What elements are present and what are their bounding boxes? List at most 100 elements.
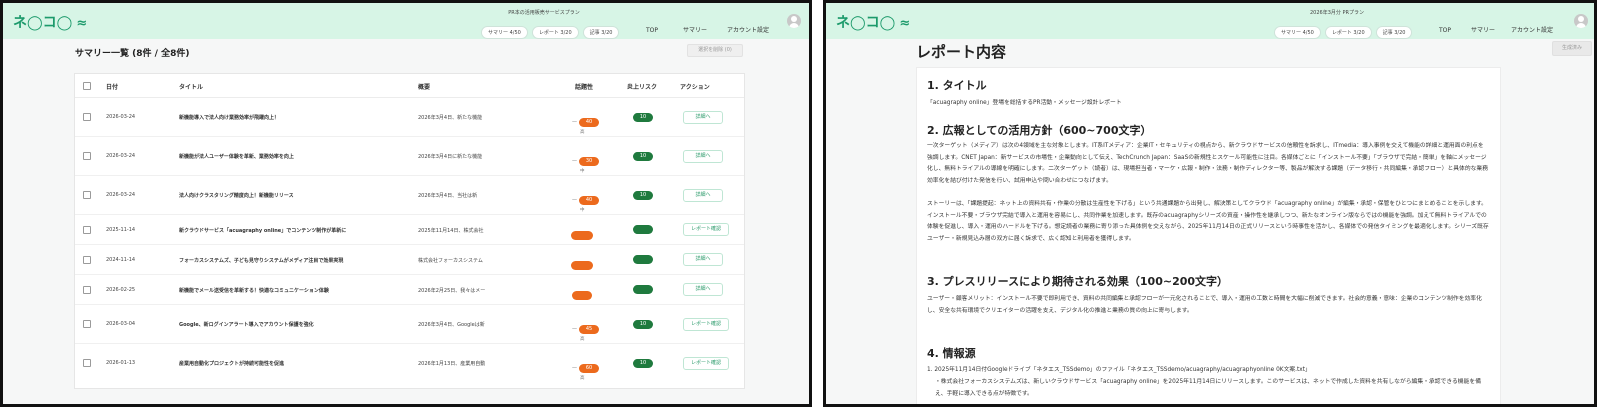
- summary-table: 日付 タイトル 概要 話題性 炎上リスク アクション 2026-03-24 新機…: [74, 73, 745, 389]
- row-action-button[interactable]: 詳細へ: [683, 253, 723, 266]
- user-avatar-icon[interactable]: [787, 14, 801, 28]
- topicality-badge: 45: [579, 325, 599, 334]
- row-date: 2026-01-13: [106, 360, 136, 366]
- topicality: [572, 285, 592, 304]
- section-pr-policy-para-2: ストーリーは、「課題提起：ネット上の資料共有・作業の分散は生産性を下げる」という…: [927, 201, 1489, 242]
- plan-usage-title: 2026年3月分 PRプラン: [1310, 10, 1364, 16]
- section-pr-policy-para-1: 一次ターゲット（メディア）は次の4領域を主な対象とします。IT系ITメディア：企…: [927, 143, 1489, 184]
- topicality-lead: —: [572, 197, 577, 203]
- app-logo[interactable]: ネ◯コ◯ ≈: [13, 12, 87, 32]
- plan-usage: 2026年3月分 PRプラン サマリー 4/50 レポート 3/20 記事 3/20: [1272, 9, 1413, 39]
- topicality-lead: —: [572, 119, 577, 125]
- row-checkbox[interactable]: [83, 359, 91, 367]
- topicality: —40 中: [572, 186, 599, 213]
- row-date: 2026-03-04: [106, 321, 136, 327]
- top-navigation-bar: ネ◯コ◯ ≈ PR本の活用販売サービスプラン サマリー 4/50 レポート 3/20…: [3, 3, 809, 39]
- bulk-delete-button[interactable]: 選択を削除 (0): [687, 44, 743, 57]
- article-quota-pill: 記事 3/20: [1375, 26, 1413, 39]
- row-date: 2024-11-14: [106, 257, 136, 263]
- app-logo[interactable]: ネ◯コ◯ ≈: [836, 12, 910, 32]
- row-action-button[interactable]: レポート確認: [683, 357, 729, 370]
- table-row[interactable]: 2025-11-14 新クラウドサービス「acuagraphy online」で…: [75, 215, 744, 245]
- row-date: 2026-03-24: [106, 153, 136, 159]
- row-title[interactable]: 新クラウドサービス「acuagraphy online」でコンテンツ制作が革新に: [179, 227, 409, 234]
- article-quota-pill: 記事 3/20: [582, 26, 620, 39]
- row-action-button[interactable]: 詳細へ: [683, 283, 723, 296]
- row-title[interactable]: 産業用自動化プロジェクトが持続可能性を促進: [179, 360, 409, 367]
- row-checkbox[interactable]: [83, 152, 91, 160]
- table-header: 日付 タイトル 概要 話題性 炎上リスク アクション: [75, 74, 744, 98]
- table-row[interactable]: 2026-03-24 新機能導入で法人向け業務効率が飛躍向上！ 2026年3月4…: [75, 98, 744, 137]
- row-checkbox[interactable]: [83, 226, 91, 234]
- row-summary: 2025年11月14日、株式会社: [418, 228, 484, 234]
- row-summary: 2026年3月4日、新たな機能: [418, 115, 483, 121]
- summary-quota-pill: サマリー 4/50: [481, 26, 528, 39]
- row-title[interactable]: 新機能導入で法人向け業務効率が飛躍向上！: [179, 114, 409, 121]
- row-checkbox[interactable]: [83, 191, 91, 199]
- row-date: 2026-02-25: [106, 287, 136, 293]
- table-row[interactable]: 2026-03-24 法人向けクラスタリング精度向上！新機能リリース 2026年…: [75, 176, 744, 215]
- row-checkbox[interactable]: [83, 113, 91, 121]
- row-date: 2026-03-24: [106, 192, 136, 198]
- table-row[interactable]: 2026-03-24 新機能が法人ユーザー体験を革新、業務効率を向上 2026年…: [75, 137, 744, 176]
- main-nav: TOP サマリー アカウント設定: [1439, 17, 1553, 36]
- page-title: サマリー一覧 (8件 / 全8件): [75, 49, 190, 59]
- user-avatar-icon[interactable]: [1574, 14, 1588, 28]
- column-date: 日付: [106, 84, 119, 91]
- row-action-button[interactable]: レポート確認: [683, 223, 729, 236]
- risk-badge: 10: [633, 152, 653, 161]
- table-row[interactable]: 2026-01-13 産業用自動化プロジェクトが持続可能性を促進 2026年1月…: [75, 344, 744, 383]
- nav-account-settings[interactable]: アカウント設定: [727, 25, 769, 34]
- topicality-lead: —: [572, 365, 577, 371]
- report-window: ネ◯コ◯ ≈ 2026年3月分 PRプラン サマリー 4/50 レポート 3/20 記…: [823, 0, 1597, 407]
- row-action-button[interactable]: レポート確認: [683, 318, 729, 331]
- nav-top[interactable]: TOP: [646, 27, 658, 34]
- risk-badge: [633, 225, 653, 234]
- topicality-label: 中: [580, 169, 585, 174]
- summary-quota-pill: サマリー 4/50: [1274, 26, 1321, 39]
- column-topicality: 話題性: [575, 84, 594, 91]
- row-action-button[interactable]: 詳細へ: [683, 111, 723, 124]
- topicality: —45 高: [572, 315, 599, 342]
- section-heading-sources: 4. 情報源: [927, 347, 976, 360]
- generated-button[interactable]: 生成済み: [1552, 41, 1592, 56]
- section-heading-pr-policy: 2. 広報としての活用方針（600~700文字）: [927, 124, 1152, 137]
- row-title[interactable]: Google、新ログインアラート導入でアカウント保護を強化: [179, 321, 409, 328]
- row-action-button[interactable]: 詳細へ: [683, 189, 723, 202]
- row-title[interactable]: 新機能でメール送受信を革新する！快適なコミュニケーション体験: [179, 287, 409, 294]
- row-title[interactable]: 新機能が法人ユーザー体験を革新、業務効率を向上: [179, 153, 409, 160]
- source-item-1-detail: ・株式会社フォーカスシステムズは、新しいクラウドサービス「acuagraphy …: [935, 379, 1481, 397]
- row-summary: 2026年2月25日、我々はメー: [418, 288, 486, 294]
- bird-logo-icon: ≈: [76, 16, 88, 31]
- nav-top[interactable]: TOP: [1439, 27, 1451, 34]
- table-row[interactable]: 2026-03-04 Google、新ログインアラート導入でアカウント保護を強化…: [75, 305, 744, 344]
- topicality: —30 中: [572, 147, 599, 174]
- app-logo-text: ネ◯コ◯: [836, 15, 896, 31]
- section-expected-effects-text: ユーザー・顧客メリット：インストール不要で即利用でき、資料の共同編集と承認フロー…: [927, 296, 1482, 314]
- risk-badge: 10: [633, 359, 653, 368]
- table-row[interactable]: 2026-02-25 新機能でメール送受信を革新する！快適なコミュニケーション体…: [75, 275, 744, 305]
- risk-badge: 10: [633, 320, 653, 329]
- row-title[interactable]: フォーカスシステムズ、子ども見守りシステムがメディア注目で効果実現: [179, 257, 409, 264]
- table-row[interactable]: 2024-11-14 フォーカスシステムズ、子ども見守りシステムがメディア注目で…: [75, 245, 744, 275]
- nav-account-settings[interactable]: アカウント設定: [1511, 25, 1553, 34]
- risk-badge: [633, 285, 653, 294]
- row-checkbox[interactable]: [83, 286, 91, 294]
- plan-usage: PR本の活用販売サービスプラン サマリー 4/50 レポート 3/20 記事 3/2…: [479, 9, 620, 39]
- usage-pills: サマリー 4/50 レポート 3/20 記事 3/20: [479, 19, 620, 39]
- row-checkbox[interactable]: [83, 256, 91, 264]
- top-navigation-bar: ネ◯コ◯ ≈ 2026年3月分 PRプラン サマリー 4/50 レポート 3/20 記…: [826, 3, 1594, 39]
- nav-summary[interactable]: サマリー: [683, 25, 707, 34]
- nav-summary[interactable]: サマリー: [1471, 25, 1495, 34]
- row-action-button[interactable]: 詳細へ: [683, 150, 723, 163]
- main-nav: TOP サマリー アカウント設定: [646, 17, 769, 36]
- topicality-badge: 60: [579, 364, 599, 373]
- row-checkbox[interactable]: [83, 320, 91, 328]
- row-summary: 2026年3月4日、当社は新: [418, 193, 478, 199]
- select-all-checkbox[interactable]: [83, 82, 91, 90]
- app-logo-text: ネ◯コ◯: [13, 15, 73, 31]
- topicality: —60 高: [572, 354, 599, 381]
- section-heading-expected-effects: 3. プレスリリースにより期待される効果（100~200文字）: [927, 275, 1229, 288]
- row-title[interactable]: 法人向けクラスタリング精度向上！新機能リリース: [179, 192, 409, 199]
- report-content: 1. タイトル 「acuagraphy online」登場を総括するPR活動・メ…: [916, 67, 1501, 404]
